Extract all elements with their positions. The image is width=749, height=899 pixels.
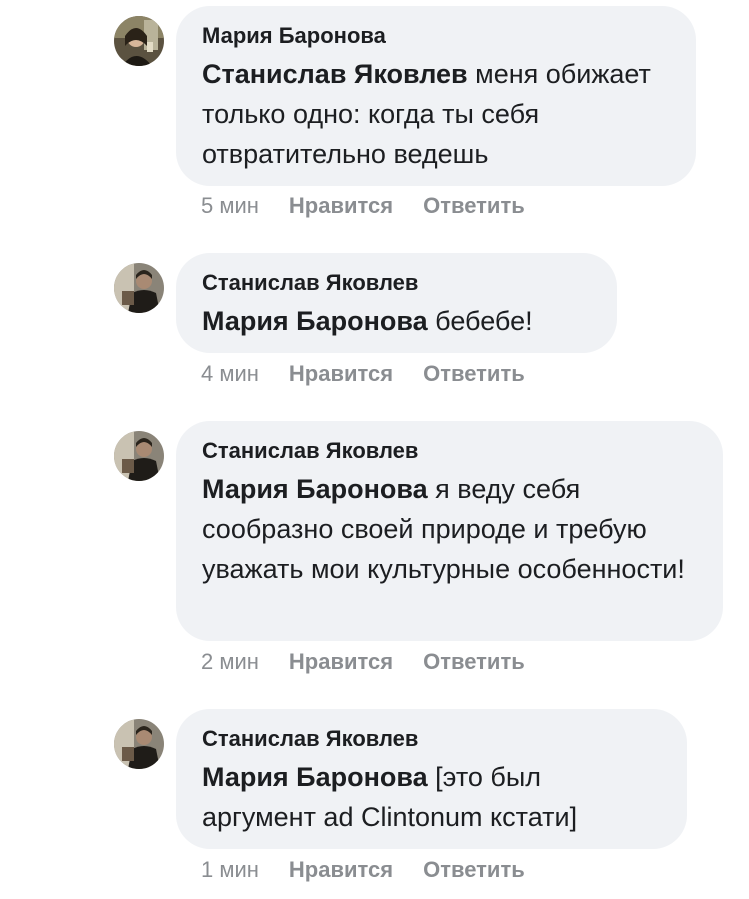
comment-author[interactable]: Станислав Яковлев xyxy=(202,725,661,753)
avatar-man-icon xyxy=(114,719,164,769)
comment-mention[interactable]: Станислав Яковлев xyxy=(202,59,468,89)
comment-author[interactable]: Станислав Яковлев xyxy=(202,269,591,297)
comment-meta: 1 мин Нравится Ответить xyxy=(201,857,555,883)
comment-text: Мария Баронова [это был аргумент ad Clin… xyxy=(202,757,661,837)
comment-author[interactable]: Станислав Яковлев xyxy=(202,437,697,465)
comment-mention[interactable]: Мария Баронова xyxy=(202,474,428,504)
comment-time[interactable]: 1 мин xyxy=(201,857,259,882)
comment-time[interactable]: 4 мин xyxy=(201,361,259,386)
like-button[interactable]: Нравится xyxy=(289,193,393,218)
avatar-man-icon xyxy=(114,263,164,313)
comment-bubble: Станислав Яковлев Мария Баронова я веду … xyxy=(176,421,723,641)
comment-meta: 2 мин Нравится Ответить xyxy=(201,649,555,675)
comment-meta: 5 мин Нравится Ответить xyxy=(201,193,555,219)
avatar[interactable] xyxy=(114,16,164,66)
comment-body: бебебе! xyxy=(427,306,533,336)
comment-author[interactable]: Мария Баронова xyxy=(202,22,670,50)
comment-mention[interactable]: Мария Баронова xyxy=(202,762,428,792)
comment-meta: 4 мин Нравится Ответить xyxy=(201,361,555,387)
comment-bubble: Станислав Яковлев Мария Баронова [это бы… xyxy=(176,709,687,849)
comment-bubble: Станислав Яковлев Мария Баронова бебебе! xyxy=(176,253,617,353)
reply-button[interactable]: Ответить xyxy=(423,361,525,386)
comment-time[interactable]: 2 мин xyxy=(201,649,259,674)
like-button[interactable]: Нравится xyxy=(289,649,393,674)
like-button[interactable]: Нравится xyxy=(289,857,393,882)
comment-time[interactable]: 5 мин xyxy=(201,193,259,218)
comment-text: Мария Баронова я веду себя сообразно сво… xyxy=(202,469,697,589)
avatar-woman-selfie-icon xyxy=(114,16,164,66)
avatar-man-icon xyxy=(114,431,164,481)
like-button[interactable]: Нравится xyxy=(289,361,393,386)
comment-text: Мария Баронова бебебе! xyxy=(202,301,591,341)
reply-button[interactable]: Ответить xyxy=(423,193,525,218)
comment-text: Станислав Яковлев меня обижает только од… xyxy=(202,54,670,174)
comment-mention[interactable]: Мария Баронова xyxy=(202,306,428,336)
avatar[interactable] xyxy=(114,263,164,313)
avatar[interactable] xyxy=(114,431,164,481)
reply-button[interactable]: Ответить xyxy=(423,649,525,674)
reply-button[interactable]: Ответить xyxy=(423,857,525,882)
avatar[interactable] xyxy=(114,719,164,769)
comment-bubble: Мария Баронова Станислав Яковлев меня об… xyxy=(176,6,696,186)
